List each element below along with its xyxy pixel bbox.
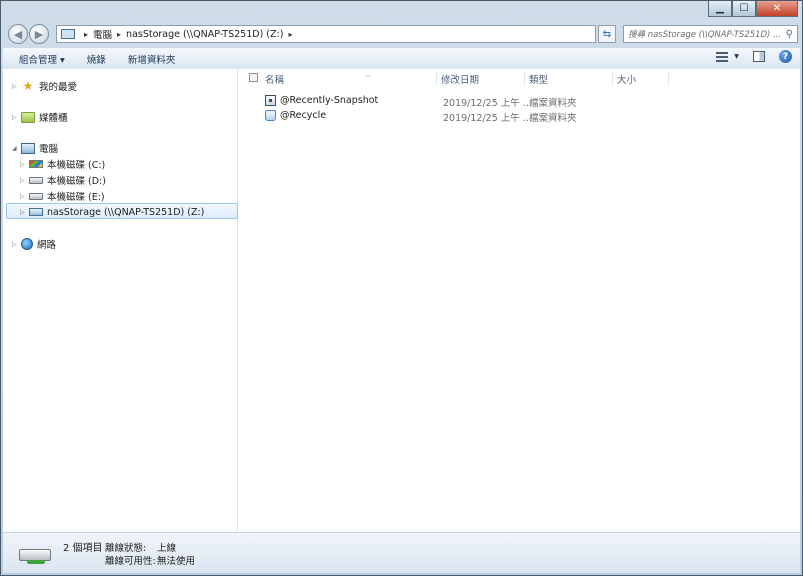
details-pane: 2 個項目 離線狀態: 上線 離線可用性: 無法使用 [3, 532, 800, 573]
tree-label: nasStorage (\\QNAP-TS251D) (Z:) [47, 206, 205, 218]
column-header-row: 名稱 ︿ 修改日期 類型 大小 [239, 69, 800, 87]
star-icon: ★ [22, 78, 34, 93]
network-icon [21, 238, 33, 250]
library-icon [21, 111, 35, 123]
tree-item-favorites[interactable]: ▷ ★ 我的最愛 [12, 78, 78, 94]
expand-arrow-icon[interactable]: ▷ [12, 241, 21, 248]
minimize-button[interactable]: ▁ [708, 1, 732, 17]
select-all-checkbox[interactable] [249, 73, 258, 82]
table-row[interactable]: @Recently-Snapshot 2019/12/25 上午 ... 檔案資… [239, 94, 800, 109]
expand-arrow-icon[interactable]: ▷ [20, 177, 29, 184]
column-label: 大小 [617, 75, 637, 86]
refresh-icon: ⇆ [602, 28, 612, 40]
hard-drive-icon [29, 192, 43, 200]
tree-item-drive-d[interactable]: ▷ 本機磁碟 (D:) [20, 173, 106, 187]
view-menu-arrow-icon: ▾ [734, 51, 739, 62]
expand-arrow-icon[interactable]: ▷ [20, 209, 29, 216]
back-arrow-icon: ◀ [13, 27, 23, 41]
system-drive-icon [29, 160, 43, 168]
recycle-bin-icon [265, 110, 276, 121]
column-header-name[interactable]: 名稱 ︿ [265, 72, 437, 86]
tree-label: 本機磁碟 (E:) [47, 192, 105, 203]
tree-label: 本機磁碟 (D:) [47, 176, 106, 187]
expand-arrow-icon[interactable]: ▷ [12, 114, 21, 121]
expand-arrow-icon[interactable]: ▷ [20, 161, 29, 168]
expand-arrow-icon[interactable]: ▷ [12, 83, 21, 90]
column-label: 類型 [529, 75, 549, 86]
column-header-modified[interactable]: 修改日期 [441, 72, 525, 86]
breadcrumb-separator[interactable]: ▸ [288, 30, 292, 39]
expand-arrow-icon[interactable]: ▷ [20, 193, 29, 200]
file-list[interactable]: 名稱 ︿ 修改日期 類型 大小 @Recently-Snapshot 2019/… [239, 69, 800, 532]
offline-status-label: 離線狀態: [105, 543, 147, 554]
computer-icon [21, 142, 35, 154]
search-icon: ⚲ [785, 28, 793, 40]
refresh-button[interactable]: ⇆ [598, 25, 616, 43]
offline-status-value: 上線 [157, 543, 177, 554]
tree-item-drive-e[interactable]: ▷ 本機磁碟 (E:) [20, 189, 105, 203]
column-label: 修改日期 [441, 75, 480, 86]
offline-availability-label: 離線可用性: [105, 556, 156, 567]
sort-ascending-icon: ︿ [365, 72, 372, 79]
breadcrumb-computer[interactable]: 電腦 [93, 27, 112, 41]
file-name: @Recently-Snapshot [280, 95, 379, 106]
tree-label: 電腦 [39, 144, 59, 155]
file-name: @Recycle [280, 110, 327, 121]
file-modified: 2019/12/25 上午 ... [443, 98, 532, 109]
file-type: 檔案資料夾 [529, 98, 577, 109]
help-icon[interactable]: ? [779, 50, 792, 63]
column-label: 名稱 [265, 75, 285, 86]
burn-button[interactable]: 燒錄 [87, 52, 106, 66]
command-bar: 組合管理 ▾ 燒錄 新增資料夾 ▾ ? [3, 48, 800, 70]
item-count: 2 個項目 [63, 543, 103, 554]
forward-arrow-icon: ▶ [34, 27, 44, 41]
maximize-button[interactable]: ☐ [732, 1, 756, 17]
tree-item-drive-c[interactable]: ▷ 本機磁碟 (C:) [20, 157, 105, 171]
navigation-pane[interactable]: ▷ ★ 我的最愛 ▷ 媒體櫃 ◢ 電腦 ▷ 本機磁碟 (C:) ▷ 本機磁碟 (… [3, 69, 238, 532]
back-button[interactable]: ◀ [8, 24, 28, 44]
offline-availability-value: 無法使用 [157, 556, 196, 567]
search-placeholder: 搜尋 nasStorage (\\QNAP-TS251D) ... [628, 30, 782, 40]
view-list-icon [716, 51, 729, 62]
tree-label: 我的最愛 [39, 82, 78, 93]
search-input[interactable]: 搜尋 nasStorage (\\QNAP-TS251D) ... ⚲ [623, 25, 798, 43]
organize-button[interactable]: 組合管理 ▾ [19, 52, 65, 66]
file-modified: 2019/12/25 上午 ... [443, 113, 532, 124]
file-type: 檔案資料夾 [529, 113, 577, 124]
table-row[interactable]: @Recycle 2019/12/25 上午 ... 檔案資料夾 [239, 109, 800, 124]
preview-pane-icon[interactable] [753, 51, 765, 62]
column-header-size[interactable]: 大小 [617, 72, 669, 86]
snapshot-folder-icon [265, 95, 276, 106]
tree-label: 媒體櫃 [39, 113, 68, 124]
breadcrumb-nas-storage[interactable]: nasStorage (\\QNAP-TS251D) (Z:) [126, 29, 283, 40]
window-controls: ▁ ☐ ✕ [708, 1, 798, 17]
tree-label: 本機磁碟 (C:) [47, 160, 106, 171]
address-bar[interactable]: ▸ 電腦 ▸ nasStorage (\\QNAP-TS251D) (Z:) ▸ [56, 25, 596, 43]
tree-item-drive-z[interactable]: ▷ nasStorage (\\QNAP-TS251D) (Z:) [20, 205, 204, 219]
tree-item-libraries[interactable]: ▷ 媒體櫃 [12, 110, 68, 124]
hard-drive-icon [29, 176, 43, 184]
network-drive-icon [19, 545, 53, 564]
view-controls: ▾ ? [716, 50, 792, 63]
new-folder-button[interactable]: 新增資料夾 [128, 52, 176, 66]
tree-item-computer[interactable]: ◢ 電腦 [12, 141, 58, 155]
breadcrumb-separator[interactable]: ▸ [84, 30, 88, 39]
breadcrumb-separator[interactable]: ▸ [117, 30, 121, 39]
close-button[interactable]: ✕ [756, 1, 798, 17]
tree-label: 網路 [37, 240, 57, 251]
network-drive-icon [29, 208, 43, 216]
explorer-window: ▁ ☐ ✕ ◀ ▶ ▸ 電腦 ▸ nasStorage (\\QNAP-TS25… [0, 0, 803, 576]
content-area: ▷ ★ 我的最愛 ▷ 媒體櫃 ◢ 電腦 ▷ 本機磁碟 (C:) ▷ 本機磁碟 (… [3, 69, 800, 532]
collapse-arrow-icon[interactable]: ◢ [12, 145, 21, 152]
navigation-bar: ◀ ▶ ▸ 電腦 ▸ nasStorage (\\QNAP-TS251D) (Z… [1, 21, 802, 48]
forward-button[interactable]: ▶ [29, 24, 49, 44]
computer-icon [61, 29, 75, 39]
column-header-type[interactable]: 類型 [529, 72, 613, 86]
tree-item-network[interactable]: ▷ 網路 [12, 237, 56, 251]
title-bar: ▁ ☐ ✕ [1, 1, 802, 21]
change-view-button[interactable]: ▾ [716, 51, 739, 62]
